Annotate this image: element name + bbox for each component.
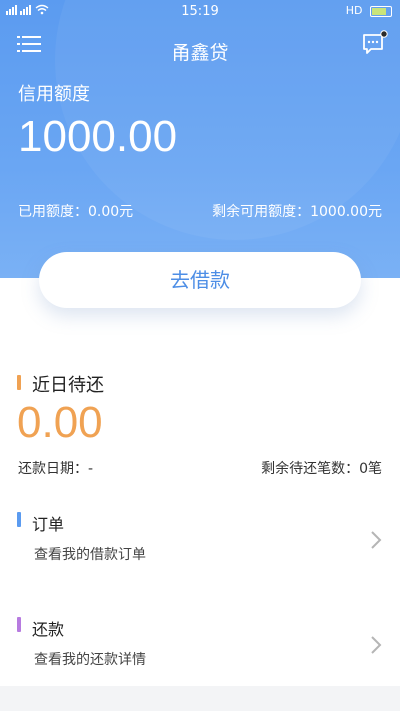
chevron-right-icon <box>371 636 382 654</box>
orders-title: 订单 <box>32 515 65 534</box>
header: 15:19 HD 甬鑫贷 信用额度 1000.00 已用额度：0.00元 剩余可… <box>0 0 400 278</box>
status-bar: 15:19 HD <box>0 0 400 22</box>
orders-row[interactable]: 订单 查看我的借款订单 <box>0 500 400 584</box>
battery-icon <box>370 5 392 17</box>
remaining-count: 剩余待还笔数：0笔 <box>261 461 382 477</box>
recent-section-marker <box>17 375 21 390</box>
orders-subtitle: 查看我的借款订单 <box>34 547 146 563</box>
status-time: 15:19 <box>181 4 219 19</box>
chevron-right-icon <box>371 531 382 549</box>
repayment-subtitle: 查看我的还款详情 <box>34 652 146 668</box>
app-title: 甬鑫贷 <box>171 42 229 64</box>
repayment-title: 还款 <box>32 620 65 639</box>
credit-label: 信用额度 <box>18 84 90 105</box>
used-credit: 已用额度：0.00元 <box>18 204 134 220</box>
recent-title: 近日待还 <box>32 375 104 396</box>
remaining-credit: 剩余可用额度：1000.00元 <box>212 204 382 220</box>
orders-section-marker <box>17 512 21 527</box>
repay-date: 还款日期：- <box>18 461 94 477</box>
bottom-strip <box>0 686 400 711</box>
status-right: HD <box>346 4 392 17</box>
recent-amount: 0.00 <box>17 398 103 447</box>
repayment-row[interactable]: 还款 查看我的还款详情 <box>0 605 400 685</box>
borrow-button[interactable]: 去借款 <box>39 252 361 308</box>
hd-indicator: HD <box>345 4 363 17</box>
repayment-section-marker <box>17 617 21 632</box>
credit-value: 1000.00 <box>18 112 178 161</box>
message-icon[interactable] <box>362 30 388 56</box>
